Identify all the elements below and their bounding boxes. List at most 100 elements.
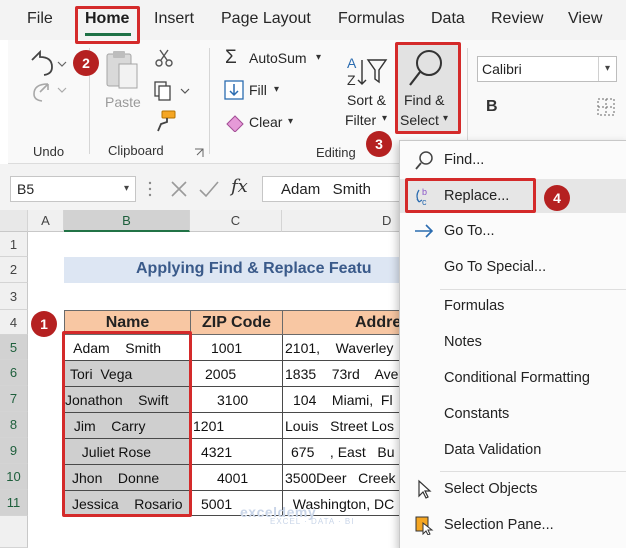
row-header-2[interactable]: 2 bbox=[0, 257, 28, 283]
tab-data[interactable]: Data bbox=[431, 10, 465, 28]
tab-page-layout[interactable]: Page Layout bbox=[221, 10, 311, 28]
grid-line bbox=[282, 335, 283, 516]
cell-d5[interactable]: 2101, Waverley bbox=[285, 340, 393, 356]
cell-c6[interactable]: 2005 bbox=[205, 366, 236, 382]
svg-text:Z: Z bbox=[347, 72, 356, 88]
tab-file[interactable]: File bbox=[27, 10, 53, 28]
insert-function-icon[interactable]: fx bbox=[231, 176, 248, 197]
row-header-4[interactable]: 4 bbox=[0, 310, 28, 335]
enter-check-icon[interactable] bbox=[197, 178, 221, 200]
cell-c7[interactable]: 3100 bbox=[217, 392, 248, 408]
row-header-1[interactable]: 1 bbox=[0, 232, 28, 257]
menu-item-constants[interactable]: Constants bbox=[400, 397, 626, 431]
chevron-down-icon[interactable]: ▾ bbox=[274, 84, 279, 95]
bold-button[interactable]: B bbox=[486, 98, 498, 116]
row-header-7[interactable]: 7 bbox=[0, 386, 28, 412]
menu-item-go-to[interactable]: Go To... bbox=[400, 214, 626, 248]
cell-d6[interactable]: 1835 73rd Ave bbox=[285, 366, 398, 382]
column-header-a[interactable]: A bbox=[28, 210, 64, 232]
chevron-down-icon[interactable]: ▾ bbox=[288, 116, 293, 127]
menu-item-go-to-special[interactable]: Go To Special... bbox=[400, 250, 626, 284]
tab-review[interactable]: Review bbox=[491, 10, 543, 28]
chevron-down-icon[interactable]: ▾ bbox=[124, 183, 129, 194]
row-header-3[interactable]: 3 bbox=[0, 283, 28, 310]
font-name-select[interactable]: Calibri ▾ bbox=[477, 56, 617, 82]
cell-c9[interactable]: 4321 bbox=[201, 444, 232, 460]
cell-c8[interactable]: 1201 bbox=[193, 418, 224, 434]
cancel-icon[interactable] bbox=[168, 178, 190, 200]
clear-button[interactable]: Clear bbox=[249, 114, 282, 130]
sort-filter-icon[interactable]: A Z bbox=[345, 52, 389, 90]
menu-item-conditional-formatting-label: Conditional Formatting bbox=[444, 370, 590, 386]
cell-c10[interactable]: 4001 bbox=[217, 470, 248, 486]
name-box[interactable]: B5 ▾ bbox=[10, 176, 136, 202]
row-header-12[interactable] bbox=[0, 516, 28, 548]
goto-arrow-icon bbox=[415, 224, 434, 238]
editing-group-label: Editing bbox=[316, 145, 356, 160]
format-painter-icon[interactable] bbox=[155, 110, 177, 132]
cursor-icon bbox=[418, 479, 432, 499]
dialog-launcher-icon[interactable] bbox=[194, 148, 204, 158]
tab-insert[interactable]: Insert bbox=[154, 10, 194, 28]
sort-filter-label-1[interactable]: Sort & bbox=[347, 92, 386, 108]
drag-handle-icon[interactable] bbox=[146, 180, 154, 198]
callout-badge-3: 3 bbox=[366, 131, 392, 157]
eraser-icon[interactable] bbox=[224, 112, 246, 132]
tab-formulas[interactable]: Formulas bbox=[338, 10, 405, 28]
menu-item-data-validation[interactable]: Data Validation bbox=[400, 433, 626, 467]
row-header-8[interactable]: 8 bbox=[0, 412, 28, 438]
autosum-button[interactable]: AutoSum bbox=[249, 50, 307, 66]
column-header-b[interactable]: B bbox=[64, 210, 190, 232]
highlight-find-select bbox=[395, 42, 461, 134]
menu-item-find[interactable]: Find... bbox=[400, 143, 626, 177]
cell-d7[interactable]: 104 Miami, Fl bbox=[293, 392, 393, 408]
row-header-6[interactable]: 6 bbox=[0, 360, 28, 386]
name-box-value: B5 bbox=[17, 181, 35, 197]
column-header-c[interactable]: C bbox=[190, 210, 282, 232]
menu-item-conditional-formatting[interactable]: Conditional Formatting bbox=[400, 361, 626, 395]
row-header-5[interactable]: 5 bbox=[0, 335, 28, 360]
menu-item-go-to-label: Go To... bbox=[444, 223, 495, 239]
menu-item-select-objects[interactable]: Select Objects bbox=[400, 472, 626, 506]
menu-item-find-label: Find... bbox=[444, 152, 485, 168]
cell-c11[interactable]: 5001 bbox=[201, 496, 232, 512]
select-all-corner[interactable] bbox=[0, 210, 28, 232]
ribbon-separator bbox=[209, 48, 210, 154]
cell-d8[interactable]: Louis Street Los bbox=[285, 418, 394, 434]
callout-badge-1: 1 bbox=[31, 311, 57, 337]
menu-item-formulas[interactable]: Formulas bbox=[400, 289, 626, 323]
font-name-value: Calibri bbox=[482, 61, 522, 77]
clipboard-group-label: Clipboard bbox=[108, 143, 164, 158]
sheet-title[interactable]: Applying Find & Replace Featu bbox=[136, 260, 372, 278]
chevron-down-icon[interactable]: ▾ bbox=[598, 57, 616, 81]
paste-icon[interactable] bbox=[103, 48, 143, 92]
chevron-down-icon[interactable]: ▾ bbox=[316, 52, 321, 63]
svg-text:A: A bbox=[347, 55, 357, 71]
borders-icon[interactable] bbox=[596, 97, 620, 117]
redo-icon[interactable] bbox=[26, 80, 70, 104]
copy-icon[interactable] bbox=[153, 80, 193, 102]
cell-d10[interactable]: 3500Deer Creek bbox=[285, 470, 396, 486]
row-header-9[interactable]: 9 bbox=[0, 438, 28, 464]
formula-input[interactable]: Adam Smith bbox=[262, 176, 402, 202]
highlight-name-range bbox=[62, 331, 192, 517]
cut-icon[interactable] bbox=[154, 48, 174, 68]
cell-d9[interactable]: 675 , East Bu bbox=[291, 444, 395, 460]
menu-item-data-validation-label: Data Validation bbox=[444, 442, 542, 458]
tab-view[interactable]: View bbox=[568, 10, 602, 28]
sort-filter-label-2[interactable]: Filter bbox=[345, 112, 376, 128]
menu-item-notes[interactable]: Notes bbox=[400, 325, 626, 359]
chevron-down-icon[interactable]: ▾ bbox=[382, 113, 387, 124]
paste-label[interactable]: Paste bbox=[105, 94, 141, 110]
highlight-home-tab bbox=[75, 6, 140, 44]
find-icon bbox=[415, 151, 433, 170]
header-zip-code[interactable]: ZIP Code bbox=[190, 310, 283, 335]
row-header-10[interactable]: 10 bbox=[0, 464, 28, 490]
fill-down-icon[interactable] bbox=[224, 80, 244, 100]
cell-c5[interactable]: 1001 bbox=[211, 340, 242, 356]
menu-item-selection-pane-label: Selection Pane... bbox=[444, 517, 554, 533]
autosum-icon[interactable]: Σ bbox=[225, 47, 237, 69]
fill-button[interactable]: Fill bbox=[249, 82, 267, 98]
menu-item-selection-pane[interactable]: Selection Pane... bbox=[400, 508, 626, 542]
row-header-11[interactable]: 11 bbox=[0, 490, 28, 516]
